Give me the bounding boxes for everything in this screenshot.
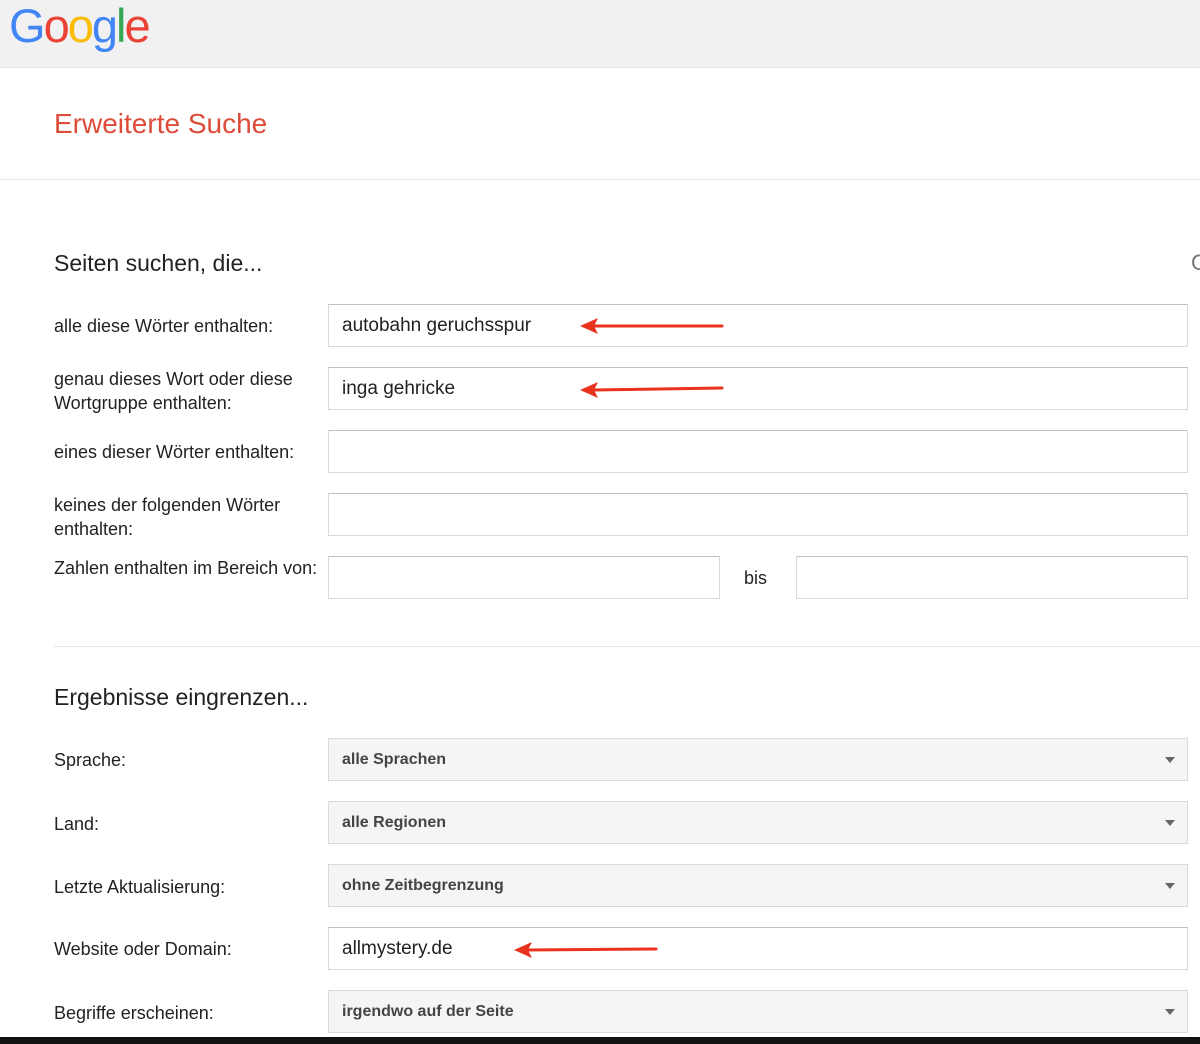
site-domain-input[interactable]: allmystery.de [328,927,1188,970]
exact-phrase-label: genau dieses Wort oder diese Wortgruppe … [54,369,293,413]
language-select-value: alle Sprachen [342,751,447,768]
chevron-down-icon [1165,883,1175,889]
top-bar: Google [0,0,1200,68]
terms-appearing-label: Begriffe erscheinen: [54,1003,214,1023]
annotation-arrow-icon [580,318,724,334]
logo-letter: e [124,0,150,52]
logo-letter: G [9,0,46,52]
language-select[interactable]: alle Sprachen [328,738,1188,781]
section-divider [54,646,1200,647]
none-words-input[interactable] [328,493,1188,536]
section-heading-narrow-results: Ergebnisse eingrenzen... [54,684,309,710]
site-domain-label: Website oder Domain: [54,939,232,959]
any-words-label: eines dieser Wörter enthalten: [54,442,295,462]
number-range-separator: bis [744,568,768,588]
last-update-label: Letzte Aktualisierung: [54,877,226,897]
settings-icon[interactable]: C [1191,250,1200,276]
all-words-input[interactable]: autobahn geruchsspur [328,304,1188,347]
bottom-bar [0,1037,1200,1044]
logo-letter: g [91,0,118,52]
chevron-down-icon [1165,820,1175,826]
language-label: Sprache: [54,750,127,770]
annotation-arrow-icon [514,942,658,958]
last-update-select-value: ohne Zeitbegrenzung [342,877,504,894]
annotation-arrow-icon [580,382,724,398]
exact-phrase-input[interactable]: inga gehricke [328,367,1188,410]
region-label: Land: [54,814,100,834]
none-words-label: keines der folgenden Wörter enthalten: [54,495,281,539]
number-range-to-input[interactable] [796,556,1188,599]
last-update-select[interactable]: ohne Zeitbegrenzung [328,864,1188,907]
any-words-input[interactable] [328,430,1188,473]
section-heading-find-pages: Seiten suchen, die... [54,250,263,276]
region-select-value: alle Regionen [342,814,447,831]
chevron-down-icon [1165,757,1175,763]
title-divider [0,179,1200,180]
logo-letter: o [67,0,94,52]
logo-letter: o [43,0,70,52]
number-range-from-input[interactable] [328,556,720,599]
page-title: Erweiterte Suche [54,108,268,139]
terms-appearing-select[interactable]: irgendwo auf der Seite [328,990,1188,1033]
terms-appearing-select-value: irgendwo auf der Seite [342,1003,514,1020]
google-logo[interactable]: Google [9,0,151,56]
region-select[interactable]: alle Regionen [328,801,1188,844]
number-range-label: Zahlen enthalten im Bereich von: [54,558,318,578]
chevron-down-icon [1165,1009,1175,1015]
all-words-label: alle diese Wörter enthalten: [54,316,274,336]
